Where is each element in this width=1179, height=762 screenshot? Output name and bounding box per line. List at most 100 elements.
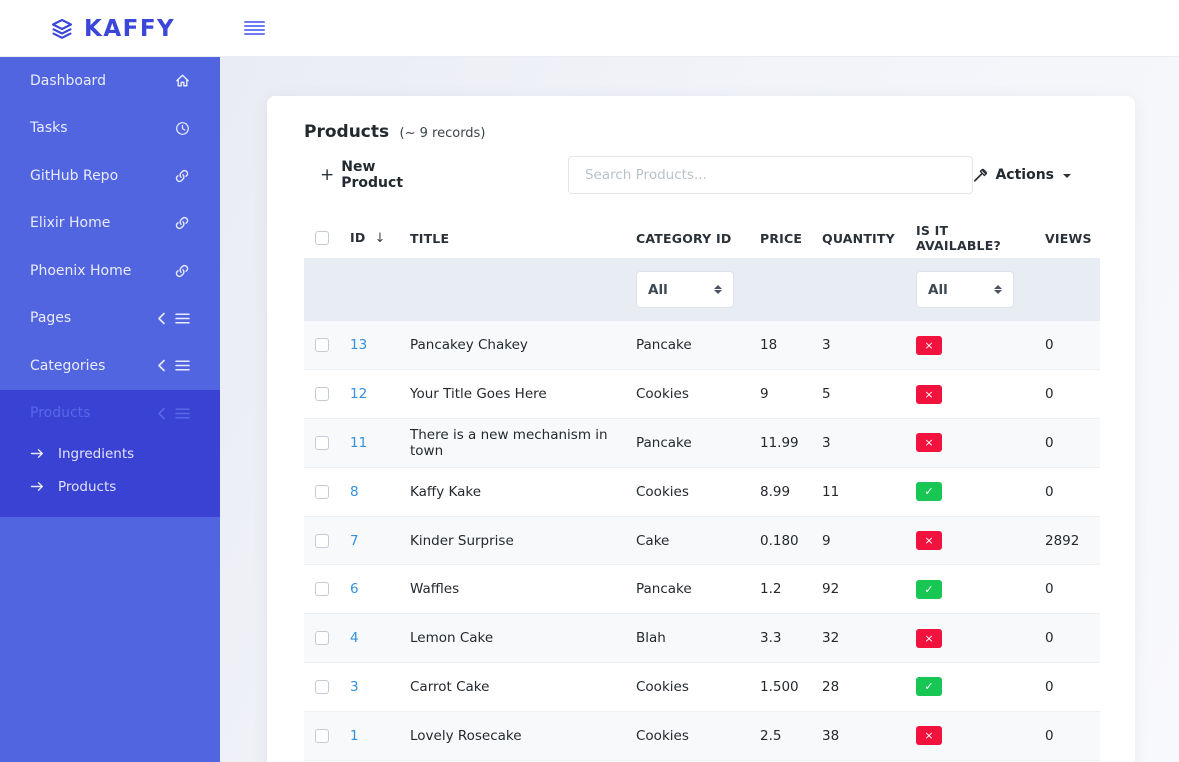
row-checkbox[interactable] (315, 729, 329, 743)
row-checkbox[interactable] (315, 485, 329, 499)
logo-text: KAFFY (84, 16, 175, 42)
row-checkbox[interactable] (315, 582, 329, 596)
cell-quantity: 92 (812, 565, 906, 614)
products-card: Products (~ 9 records) + New Product (267, 96, 1135, 762)
row-id-link[interactable]: 6 (350, 581, 359, 597)
plus-icon: + (320, 165, 334, 185)
table-row: 8Kaffy KakeCookies8.9911✓0 (304, 467, 1100, 516)
sidebar-item-icons (174, 215, 190, 231)
sidebar-item-label: Tasks (30, 120, 68, 136)
sidebar-item-label: Pages (30, 310, 71, 326)
available-filter-value: All (928, 282, 948, 298)
row-id-link[interactable]: 11 (350, 435, 367, 451)
available-yes-badge: ✓ (916, 482, 942, 501)
cell-title: Kinder Surprise (400, 516, 626, 565)
clock-icon (175, 121, 190, 136)
column-header-title[interactable]: TITLE (400, 218, 626, 258)
records-count: (~ 9 records) (400, 126, 486, 141)
layers-icon (50, 17, 74, 41)
hamburger-menu-icon[interactable] (244, 19, 265, 37)
cell-price: 1.500 (750, 663, 812, 712)
row-id-link[interactable]: 13 (350, 337, 367, 353)
sidebar-active-section: ProductsIngredientsProducts (0, 390, 220, 518)
row-checkbox[interactable] (315, 631, 329, 645)
cell-price: 3.3 (750, 614, 812, 663)
available-no-badge: × (916, 531, 942, 550)
products-table: ID↓ TITLE CATEGORY ID PRICE QUANTITY IS … (304, 218, 1100, 761)
column-header-id[interactable]: ID↓ (340, 218, 400, 258)
select-all-checkbox[interactable] (315, 231, 329, 245)
cell-title: Your Title Goes Here (400, 370, 626, 419)
row-id-link[interactable]: 3 (350, 679, 359, 695)
sidebar-item-icons (174, 263, 190, 279)
cell-title: Waffles (400, 565, 626, 614)
sidebar-subitem-products[interactable]: Products (0, 470, 220, 503)
menu-icon (175, 359, 190, 372)
actions-dropdown-button[interactable]: Actions (973, 167, 1071, 183)
row-id-link[interactable]: 4 (350, 630, 359, 646)
sidebar-item-elixir-home[interactable]: Elixir Home (0, 200, 220, 248)
sidebar-item-categories[interactable]: Categories (0, 342, 220, 390)
cell-views: 0 (1035, 419, 1100, 468)
row-id-link[interactable]: 12 (350, 386, 367, 402)
brand-logo[interactable]: KAFFY (50, 0, 175, 57)
column-header-price[interactable]: PRICE (750, 218, 812, 258)
sidebar-subitem-ingredients[interactable]: Ingredients (0, 437, 220, 470)
available-no-badge: × (916, 385, 942, 404)
cell-price: 8.99 (750, 467, 812, 516)
sidebar-item-icons (157, 407, 190, 420)
category-filter-select[interactable]: All (636, 271, 734, 308)
toolbar: + New Product Actions (304, 156, 1100, 194)
sidebar-item-products[interactable]: Products (0, 390, 220, 438)
column-header-category[interactable]: CATEGORY ID (626, 218, 750, 258)
sidebar-item-dashboard[interactable]: Dashboard (0, 57, 220, 105)
available-no-badge: × (916, 629, 942, 648)
cell-category: Cookies (626, 663, 750, 712)
column-header-available[interactable]: IS IT AVAILABLE? (906, 218, 1035, 258)
select-updown-icon (994, 285, 1002, 294)
row-checkbox[interactable] (315, 338, 329, 352)
row-checkbox[interactable] (315, 680, 329, 694)
row-checkbox[interactable] (315, 534, 329, 548)
cell-category: Blah (626, 614, 750, 663)
row-checkbox[interactable] (315, 436, 329, 450)
available-no-badge: × (916, 726, 942, 745)
table-row: 3Carrot CakeCookies1.50028✓0 (304, 663, 1100, 712)
sidebar-item-github-repo[interactable]: GitHub Repo (0, 152, 220, 200)
sidebar-item-label: GitHub Repo (30, 168, 118, 184)
cell-title: Pancakey Chakey (400, 321, 626, 370)
row-checkbox[interactable] (315, 387, 329, 401)
sidebar-item-icons (157, 359, 190, 372)
cell-title: Kaffy Kake (400, 467, 626, 516)
category-filter-value: All (648, 282, 668, 298)
sort-desc-icon[interactable]: ↓ (374, 231, 385, 246)
cell-views: 0 (1035, 663, 1100, 712)
available-filter-select[interactable]: All (916, 271, 1014, 308)
row-id-link[interactable]: 8 (350, 484, 359, 500)
cell-category: Cake (626, 516, 750, 565)
sidebar-item-pages[interactable]: Pages (0, 295, 220, 343)
column-header-views[interactable]: VIEWS (1035, 218, 1100, 258)
cell-title: Carrot Cake (400, 663, 626, 712)
column-header-quantity[interactable]: QUANTITY (812, 218, 906, 258)
chevron-left-icon (157, 359, 166, 372)
sidebar-item-tasks[interactable]: Tasks (0, 105, 220, 153)
sidebar-item-phoenix-home[interactable]: Phoenix Home (0, 247, 220, 295)
table-row: 13Pancakey ChakeyPancake183×0 (304, 321, 1100, 370)
cell-price: 0.180 (750, 516, 812, 565)
row-id-link[interactable]: 7 (350, 533, 359, 549)
row-id-link[interactable]: 1 (350, 728, 359, 744)
search-input[interactable] (568, 156, 973, 194)
sidebar-item-icons (174, 168, 190, 184)
table-header-row: ID↓ TITLE CATEGORY ID PRICE QUANTITY IS … (304, 218, 1100, 258)
sidebar-subitem-label: Products (58, 479, 116, 495)
cell-category: Cookies (626, 711, 750, 760)
cell-views: 0 (1035, 321, 1100, 370)
new-product-label: New Product (341, 159, 429, 191)
cell-title: Lovely Rosecake (400, 711, 626, 760)
sidebar-item-label: Categories (30, 358, 105, 374)
cell-price: 9 (750, 370, 812, 419)
menu-icon (175, 407, 190, 420)
link-icon (174, 263, 190, 279)
new-product-button[interactable]: + New Product (320, 159, 429, 191)
